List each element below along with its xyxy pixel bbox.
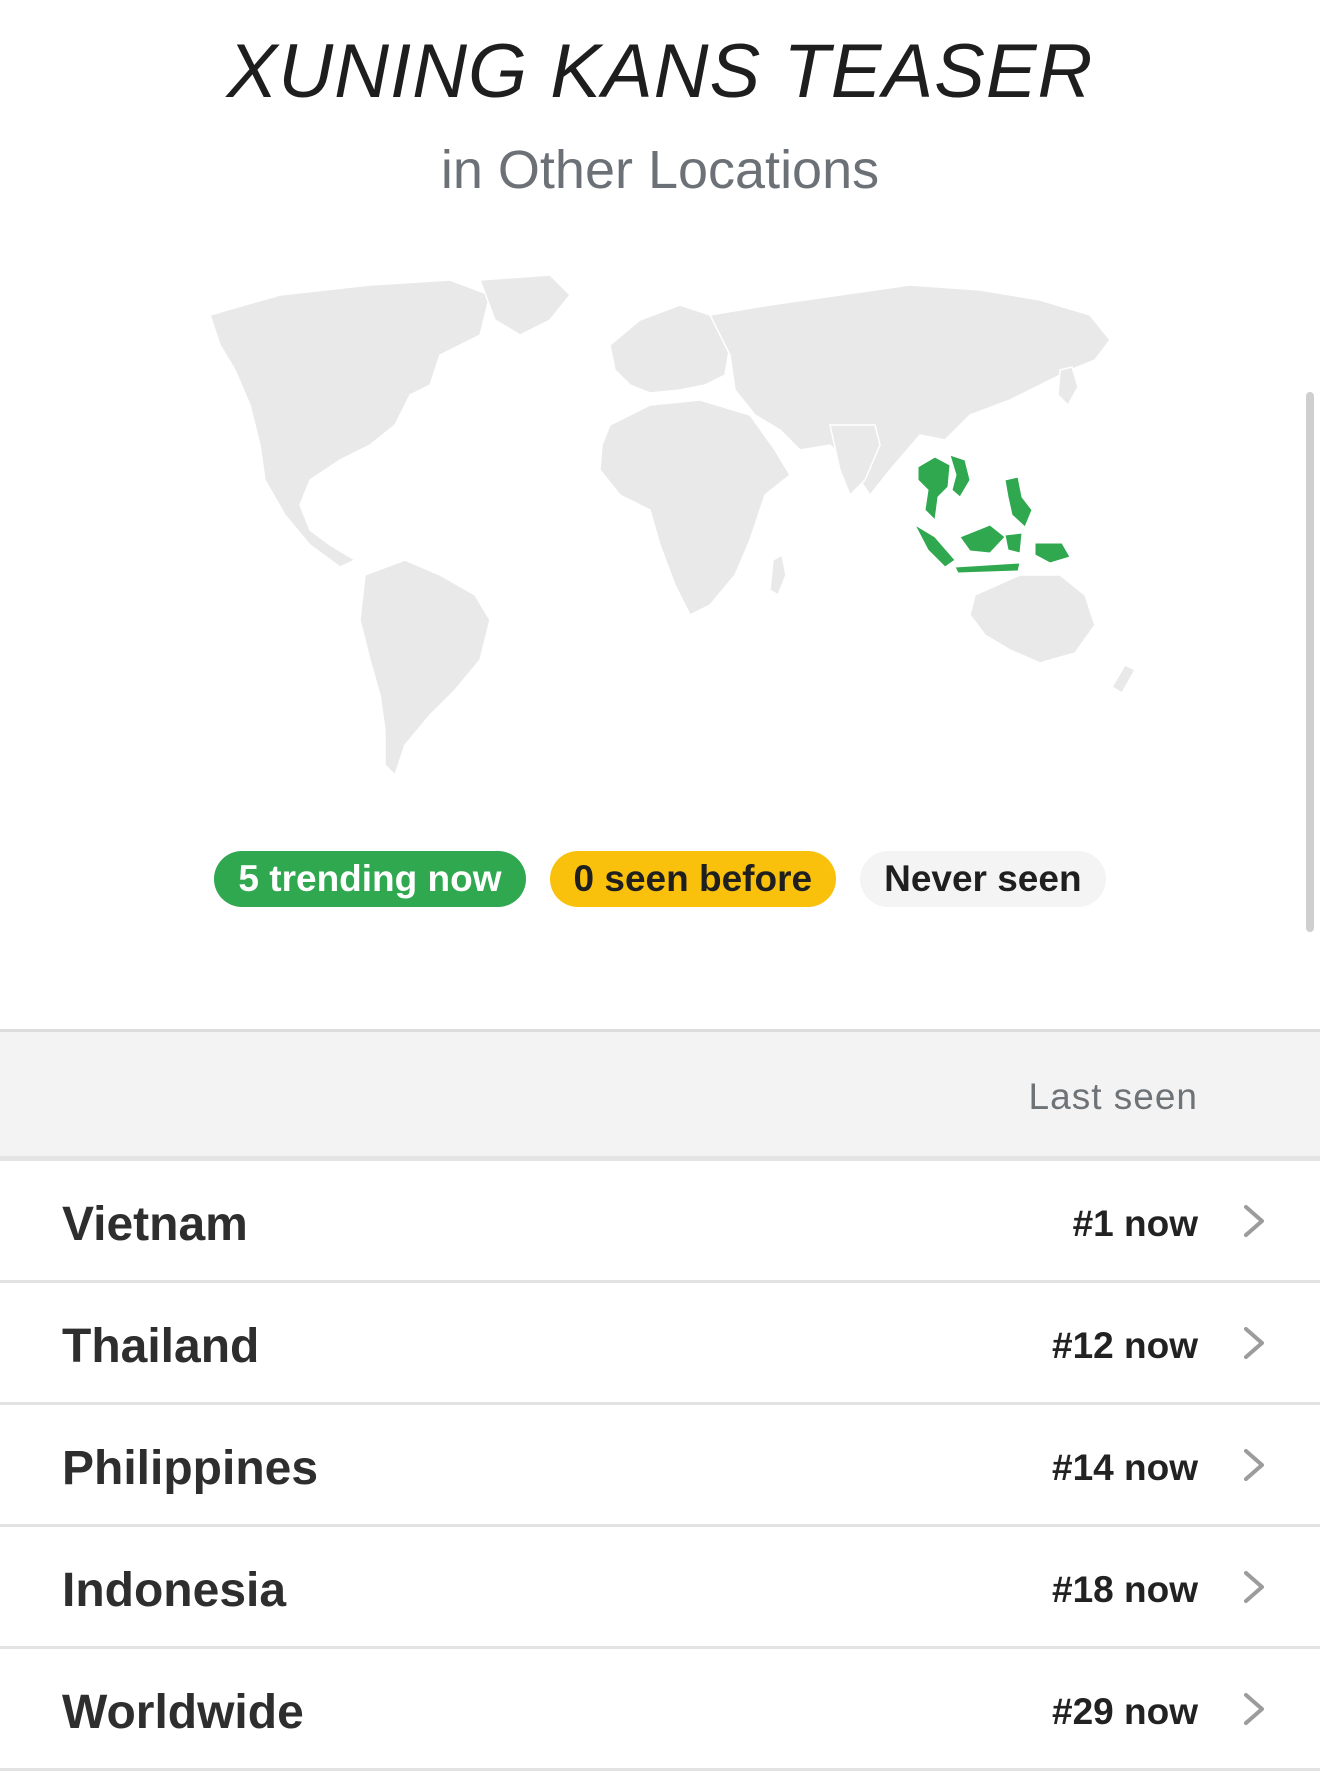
map-region-japan bbox=[1057, 366, 1079, 407]
map-region-philippines bbox=[1004, 476, 1033, 528]
chevron-right-icon bbox=[1244, 1327, 1264, 1359]
location-name: Philippines bbox=[62, 1442, 319, 1495]
map-region-new-zealand bbox=[1110, 664, 1137, 695]
locations-list: Vietnam #1 now Thailand #12 now Philippi… bbox=[0, 1161, 1320, 1771]
location-name: Indonesia bbox=[62, 1564, 287, 1617]
map-region-vietnam bbox=[949, 454, 971, 498]
map-region-australia bbox=[969, 574, 1096, 664]
scrollbar[interactable] bbox=[1306, 392, 1314, 932]
map-region-africa bbox=[599, 399, 791, 617]
world-map bbox=[190, 275, 1210, 795]
location-name: Vietnam bbox=[62, 1198, 248, 1251]
world-map-svg bbox=[209, 275, 1137, 777]
chevron-right-icon bbox=[1244, 1571, 1264, 1603]
chevron-right-icon bbox=[1244, 1449, 1264, 1481]
chevron-right-icon bbox=[1244, 1693, 1264, 1725]
location-row-thailand[interactable]: Thailand #12 now bbox=[0, 1283, 1320, 1405]
map-region-south-america bbox=[359, 559, 491, 777]
map-region-thailand bbox=[917, 456, 951, 522]
location-rank: #29 now bbox=[1052, 1691, 1198, 1732]
location-rank: #14 now bbox=[1052, 1447, 1198, 1488]
location-row-philippines[interactable]: Philippines #14 now bbox=[0, 1405, 1320, 1527]
location-name: Worldwide bbox=[62, 1686, 304, 1739]
location-rank: #1 now bbox=[1072, 1203, 1198, 1244]
legend-never-seen: Never seen bbox=[860, 851, 1106, 907]
map-region-madagascar bbox=[769, 553, 787, 597]
location-rank: #12 now bbox=[1052, 1325, 1198, 1366]
page-title: XUNING KANS TEASER bbox=[226, 29, 1094, 114]
map-region-indonesia bbox=[913, 523, 1071, 574]
legend: 5 trending now 0 seen before Never seen bbox=[0, 851, 1320, 907]
location-row-vietnam[interactable]: Vietnam #1 now bbox=[0, 1161, 1320, 1283]
location-row-indonesia[interactable]: Indonesia #18 now bbox=[0, 1527, 1320, 1649]
location-row-worldwide[interactable]: Worldwide #29 now bbox=[0, 1649, 1320, 1771]
location-name: Thailand bbox=[62, 1320, 260, 1373]
legend-seen-before: 0 seen before bbox=[549, 851, 837, 907]
table-header: Last seen bbox=[0, 1029, 1320, 1161]
map-region-greenland bbox=[478, 275, 572, 336]
location-rank: #18 now bbox=[1052, 1569, 1198, 1610]
page-subtitle: in Other Locations bbox=[440, 140, 880, 200]
chevron-right-icon bbox=[1244, 1205, 1264, 1237]
last-seen-column-header: Last seen bbox=[1028, 1076, 1198, 1117]
map-region-north-america bbox=[209, 279, 491, 568]
legend-trending-now: 5 trending now bbox=[214, 851, 526, 907]
